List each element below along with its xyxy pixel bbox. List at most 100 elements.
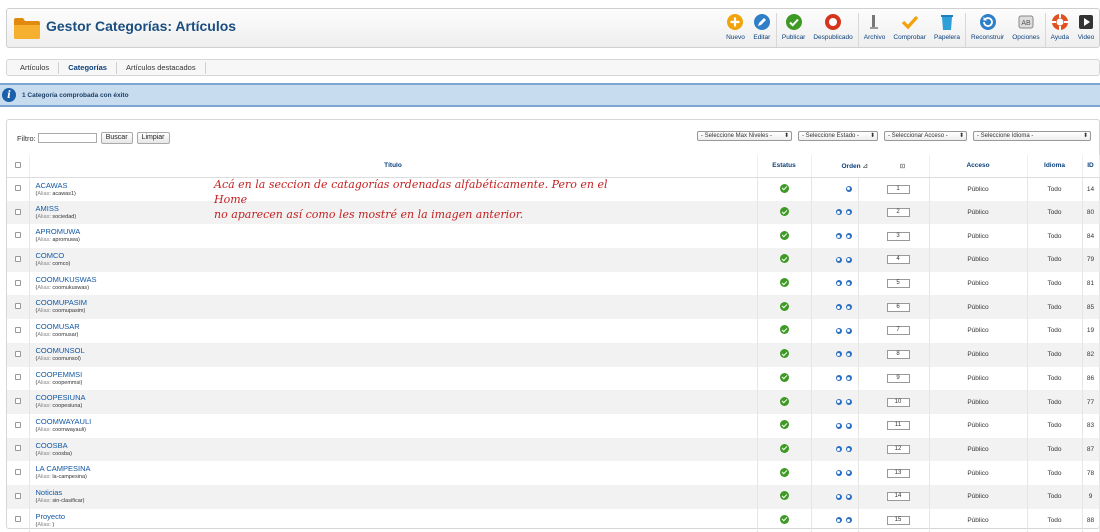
published-check-icon[interactable] xyxy=(779,420,789,430)
order-up-arrow-icon[interactable] xyxy=(835,493,842,500)
order-up-arrow-icon[interactable] xyxy=(835,327,842,334)
category-title-link[interactable]: COOSBA xyxy=(36,441,757,450)
row-checkbox[interactable] xyxy=(14,469,21,476)
published-check-icon[interactable] xyxy=(779,254,789,264)
column-id[interactable]: ID xyxy=(1082,155,1100,178)
new-button[interactable]: Nuevo xyxy=(722,13,749,47)
category-title-link[interactable]: Proyecto xyxy=(36,512,757,521)
order-up-arrow-icon[interactable] xyxy=(835,398,842,405)
row-checkbox[interactable] xyxy=(14,421,21,428)
column-status[interactable]: Estatus xyxy=(757,155,812,178)
row-checkbox[interactable] xyxy=(14,516,21,523)
order-up-arrow-icon[interactable] xyxy=(835,375,842,382)
order-down-arrow-icon[interactable] xyxy=(845,493,852,500)
row-checkbox[interactable] xyxy=(14,303,21,310)
archive-button[interactable]: Archivo xyxy=(860,13,890,47)
order-down-arrow-icon[interactable] xyxy=(845,280,852,287)
order-down-arrow-icon[interactable] xyxy=(845,304,852,311)
max-levels-select[interactable]: - Seleccione Max Niveles - ⬍ xyxy=(697,131,792,141)
order-input[interactable]: 2 xyxy=(886,208,910,218)
save-order-icon[interactable]: ⊡ xyxy=(900,163,905,170)
published-check-icon[interactable] xyxy=(779,230,789,240)
order-up-arrow-icon[interactable] xyxy=(835,517,842,524)
row-checkbox[interactable] xyxy=(14,279,21,286)
row-checkbox[interactable] xyxy=(14,445,21,452)
order-up-arrow-icon[interactable] xyxy=(835,209,842,216)
published-check-icon[interactable] xyxy=(779,491,789,501)
published-check-icon[interactable] xyxy=(779,183,789,193)
order-down-arrow-icon[interactable] xyxy=(845,398,852,405)
order-down-arrow-icon[interactable] xyxy=(845,256,852,263)
row-checkbox[interactable] xyxy=(14,398,21,405)
published-check-icon[interactable] xyxy=(779,443,789,453)
order-up-arrow-icon[interactable] xyxy=(835,256,842,263)
order-up-arrow-icon[interactable] xyxy=(835,280,842,287)
published-check-icon[interactable] xyxy=(779,325,789,335)
category-title-link[interactable]: LA CAMPESINA xyxy=(36,464,757,473)
category-title-link[interactable]: Noticias xyxy=(36,488,757,497)
order-down-arrow-icon[interactable] xyxy=(845,375,852,382)
order-input[interactable]: 4 xyxy=(886,255,910,265)
category-title-link[interactable]: COOMWAYAULI xyxy=(36,417,757,426)
published-check-icon[interactable] xyxy=(779,467,789,477)
edit-button[interactable]: Editar xyxy=(749,13,775,47)
order-up-arrow-icon[interactable] xyxy=(835,422,842,429)
unpublish-button[interactable]: Despublicado xyxy=(809,13,856,47)
order-input[interactable]: 13 xyxy=(886,468,910,478)
published-check-icon[interactable] xyxy=(779,349,789,359)
trash-button[interactable]: Papelera xyxy=(930,13,964,47)
row-checkbox[interactable] xyxy=(14,350,21,357)
order-input[interactable]: 1 xyxy=(886,184,910,194)
order-down-arrow-icon[interactable] xyxy=(845,233,852,239)
order-up-arrow-icon[interactable] xyxy=(835,233,842,239)
column-order[interactable]: Orden xyxy=(842,163,861,170)
order-input[interactable]: 7 xyxy=(886,326,910,336)
published-check-icon[interactable] xyxy=(779,396,789,406)
tab-articles[interactable]: Artículos xyxy=(11,61,60,74)
order-down-arrow-icon[interactable] xyxy=(845,185,852,192)
row-checkbox[interactable] xyxy=(14,492,21,499)
category-title-link[interactable]: COOPEMMSI xyxy=(36,370,757,379)
category-title-link[interactable]: APROMUWA xyxy=(36,227,757,236)
order-down-arrow-icon[interactable] xyxy=(845,517,852,524)
published-check-icon[interactable] xyxy=(779,207,789,217)
order-down-arrow-icon[interactable] xyxy=(845,422,852,429)
column-access[interactable]: Acceso xyxy=(929,155,1028,178)
row-checkbox[interactable] xyxy=(14,255,21,262)
order-input[interactable]: 5 xyxy=(886,279,910,289)
order-input[interactable]: 15 xyxy=(886,515,910,525)
video-button[interactable]: Video xyxy=(1073,13,1099,47)
order-down-arrow-icon[interactable] xyxy=(845,351,852,358)
category-title-link[interactable]: COOMUPASIM xyxy=(36,298,757,307)
row-checkbox[interactable] xyxy=(14,232,21,239)
published-check-icon[interactable] xyxy=(779,372,789,382)
order-input[interactable]: 6 xyxy=(886,302,910,312)
category-title-link[interactable]: COMCO xyxy=(36,251,757,260)
order-input[interactable]: 3 xyxy=(886,231,910,241)
order-up-arrow-icon[interactable] xyxy=(835,469,842,476)
tab-featured-articles[interactable]: Artículos destacados xyxy=(117,61,206,74)
language-select[interactable]: - Seleccione Idioma - ⬍ xyxy=(973,131,1091,141)
status-select[interactable]: - Seleccione Estado - ⬍ xyxy=(798,131,878,141)
column-title[interactable]: Título xyxy=(29,155,758,178)
order-down-arrow-icon[interactable] xyxy=(845,327,852,334)
order-up-arrow-icon[interactable] xyxy=(835,351,842,358)
row-checkbox[interactable] xyxy=(14,208,21,215)
search-button[interactable]: Buscar xyxy=(100,132,133,144)
tab-categories[interactable]: Categorías xyxy=(59,61,117,74)
filter-search-input[interactable] xyxy=(37,133,97,143)
column-language[interactable]: Idioma xyxy=(1027,155,1083,178)
help-button[interactable]: Ayuda xyxy=(1047,13,1073,47)
row-checkbox[interactable] xyxy=(14,185,21,192)
order-down-arrow-icon[interactable] xyxy=(845,469,852,476)
category-title-link[interactable]: COOMUNSOL xyxy=(36,346,757,355)
order-down-arrow-icon[interactable] xyxy=(845,209,852,216)
order-down-arrow-icon[interactable] xyxy=(845,446,852,453)
order-input[interactable]: 10 xyxy=(886,397,910,407)
published-check-icon[interactable] xyxy=(779,278,789,288)
order-input[interactable]: 9 xyxy=(886,373,910,383)
options-button[interactable]: AB Opciones xyxy=(1008,13,1043,47)
order-input[interactable]: 14 xyxy=(886,492,910,502)
access-select[interactable]: - Seleccionar Acceso - ⬍ xyxy=(884,131,967,141)
published-check-icon[interactable] xyxy=(779,301,789,311)
